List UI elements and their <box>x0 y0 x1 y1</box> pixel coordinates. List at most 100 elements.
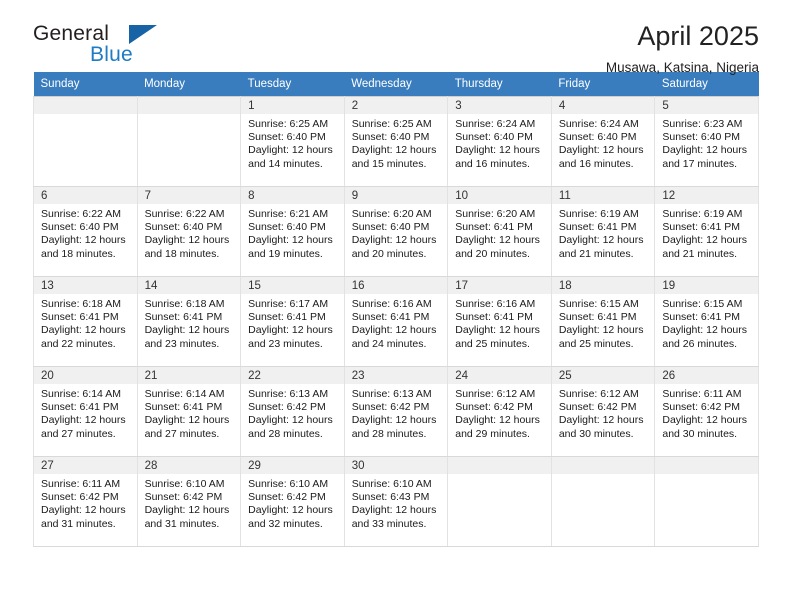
daylight-text: Daylight: 12 hours <box>248 234 333 247</box>
daylight-text: Daylight: 12 hours <box>144 234 230 247</box>
calendar-day-cell[interactable]: 7 Sunrise: 6:22 AM Sunset: 6:40 PM Daylight… <box>136 186 242 277</box>
day-number <box>34 97 137 114</box>
calendar-day-cell[interactable]: 6 Sunrise: 6:22 AM Sunset: 6:40 PM Daylight… <box>33 186 138 277</box>
daylight-text: Daylight: 12 hours <box>41 324 126 337</box>
calendar-day-cell[interactable]: 19 Sunrise: 6:15 AM Sunset: 6:41 PM Dayligh… <box>654 276 759 367</box>
calendar-day-cell[interactable]: 14 Sunrise: 6:18 AM Sunset: 6:41 PM Dayligh… <box>136 276 242 367</box>
weekday-header-friday: Friday <box>551 72 655 97</box>
daylight-text: Daylight: 12 hours <box>558 414 644 427</box>
daylight-text: Daylight: 12 hours <box>455 324 540 337</box>
calendar-day-cell[interactable]: 15 Sunrise: 6:17 AM Sunset: 6:41 PM Dayligh… <box>240 276 345 367</box>
daylight-text-cont: and 25 minutes. <box>558 337 634 350</box>
calendar-day-cell[interactable]: 10 Sunrise: 6:20 AM Sunset: 6:41 PM Dayligh… <box>447 186 552 277</box>
calendar-week-row: 20 Sunrise: 6:14 AM Sunset: 6:41 PM Dayligh… <box>33 366 759 457</box>
sunrise-text: Sunrise: 6:13 AM <box>248 388 329 400</box>
calendar-day-cell[interactable]: 5 Sunrise: 6:23 AM Sunset: 6:40 PM Daylight… <box>654 96 759 187</box>
daylight-text-cont: and 31 minutes. <box>144 517 220 530</box>
day-number: 15 <box>241 277 344 294</box>
day-number: 4 <box>551 97 655 114</box>
day-details: Sunrise: 6:16 AM Sunset: 6:41 PM Daylight:… <box>345 294 448 351</box>
daylight-text-cont: and 32 minutes. <box>248 517 323 530</box>
sunrise-text: Sunrise: 6:23 AM <box>662 118 743 130</box>
sunset-text: Sunset: 6:41 PM <box>455 221 533 234</box>
daylight-text-cont: and 21 minutes. <box>558 247 634 260</box>
sunset-text: Sunset: 6:42 PM <box>662 401 741 414</box>
calendar-day-cell[interactable]: 26 Sunrise: 6:11 AM Sunset: 6:42 PM Dayligh… <box>654 366 759 457</box>
day-number: 22 <box>241 367 344 384</box>
daylight-text-cont: and 20 minutes. <box>455 247 530 260</box>
calendar-day-cell[interactable]: 18 Sunrise: 6:15 AM Sunset: 6:41 PM Dayligh… <box>550 276 656 367</box>
calendar-day-cell-empty <box>447 456 552 547</box>
sunset-text: Sunset: 6:40 PM <box>41 221 119 234</box>
calendar-day-cell[interactable]: 25 Sunrise: 6:12 AM Sunset: 6:42 PM Dayligh… <box>550 366 656 457</box>
daylight-text-cont: and 26 minutes. <box>662 337 738 350</box>
day-details: Sunrise: 6:20 AM Sunset: 6:41 PM Daylight:… <box>448 204 551 261</box>
calendar-day-cell[interactable]: 28 Sunrise: 6:10 AM Sunset: 6:42 PM Dayligh… <box>136 456 242 547</box>
calendar-day-cell[interactable]: 17 Sunrise: 6:16 AM Sunset: 6:41 PM Dayligh… <box>447 276 552 367</box>
day-details: Sunrise: 6:22 AM Sunset: 6:40 PM Daylight:… <box>34 204 137 261</box>
calendar-day-cell[interactable]: 11 Sunrise: 6:19 AM Sunset: 6:41 PM Dayligh… <box>550 186 656 277</box>
calendar-day-cell[interactable]: 24 Sunrise: 6:12 AM Sunset: 6:42 PM Dayligh… <box>447 366 552 457</box>
calendar-day-cell[interactable]: 21 Sunrise: 6:14 AM Sunset: 6:41 PM Dayligh… <box>136 366 242 457</box>
day-number: 21 <box>137 367 241 384</box>
day-details: Sunrise: 6:24 AM Sunset: 6:40 PM Daylight:… <box>448 114 551 171</box>
day-number: 11 <box>551 187 655 204</box>
sunset-text: Sunset: 6:40 PM <box>248 221 326 234</box>
calendar-day-cell[interactable]: 20 Sunrise: 6:14 AM Sunset: 6:41 PM Dayligh… <box>33 366 138 457</box>
daylight-text: Daylight: 12 hours <box>248 324 333 337</box>
day-details: Sunrise: 6:10 AM Sunset: 6:42 PM Daylight:… <box>241 474 344 531</box>
calendar-day-cell[interactable]: 1 Sunrise: 6:25 AM Sunset: 6:40 PM Daylight… <box>240 96 345 187</box>
day-details <box>448 474 551 478</box>
calendar-day-cell[interactable]: 27 Sunrise: 6:11 AM Sunset: 6:42 PM Dayligh… <box>33 456 138 547</box>
calendar-day-cell-empty <box>654 456 759 547</box>
day-number: 10 <box>448 187 551 204</box>
calendar-day-cell[interactable]: 12 Sunrise: 6:19 AM Sunset: 6:41 PM Dayligh… <box>654 186 759 277</box>
calendar-day-cell[interactable]: 3 Sunrise: 6:24 AM Sunset: 6:40 PM Daylight… <box>447 96 552 187</box>
calendar-day-cell[interactable]: 4 Sunrise: 6:24 AM Sunset: 6:40 PM Daylight… <box>550 96 656 187</box>
day-number: 9 <box>344 187 448 204</box>
calendar-week-row: 1 Sunrise: 6:25 AM Sunset: 6:40 PM Daylight… <box>33 96 759 187</box>
calendar-day-cell[interactable]: 29 Sunrise: 6:10 AM Sunset: 6:42 PM Dayligh… <box>240 456 345 547</box>
sunrise-text: Sunrise: 6:22 AM <box>41 208 121 220</box>
sunrise-text: Sunrise: 6:10 AM <box>144 478 225 490</box>
sunset-text: Sunset: 6:41 PM <box>351 311 430 324</box>
day-details: Sunrise: 6:18 AM Sunset: 6:41 PM Daylight:… <box>138 294 241 351</box>
daylight-text-cont: and 22 minutes. <box>41 337 116 350</box>
sunrise-text: Sunrise: 6:14 AM <box>41 388 121 400</box>
daylight-text: Daylight: 12 hours <box>351 414 437 427</box>
sunset-text: Sunset: 6:43 PM <box>351 491 430 504</box>
daylight-text-cont: and 33 minutes. <box>351 517 427 530</box>
sunset-text: Sunset: 6:40 PM <box>351 131 430 144</box>
calendar-day-cell[interactable]: 30 Sunrise: 6:10 AM Sunset: 6:43 PM Dayligh… <box>343 456 449 547</box>
calendar-day-cell[interactable]: 9 Sunrise: 6:20 AM Sunset: 6:40 PM Daylight… <box>343 186 449 277</box>
generalblue-logo[interactable]: General Blue <box>33 22 163 76</box>
daylight-text-cont: and 25 minutes. <box>455 337 530 350</box>
day-details: Sunrise: 6:24 AM Sunset: 6:40 PM Daylight:… <box>552 114 655 171</box>
daylight-text: Daylight: 12 hours <box>41 504 126 517</box>
daylight-text: Daylight: 12 hours <box>248 144 333 157</box>
day-number: 13 <box>34 277 137 294</box>
day-number: 17 <box>448 277 551 294</box>
day-details: Sunrise: 6:10 AM Sunset: 6:42 PM Daylight:… <box>138 474 241 531</box>
weekday-header-tuesday: Tuesday <box>240 72 345 97</box>
day-details: Sunrise: 6:10 AM Sunset: 6:43 PM Daylight:… <box>345 474 448 531</box>
sunrise-text: Sunrise: 6:25 AM <box>351 118 432 130</box>
sunset-text: Sunset: 6:42 PM <box>144 491 223 504</box>
day-details: Sunrise: 6:18 AM Sunset: 6:41 PM Daylight:… <box>34 294 137 351</box>
calendar-day-cell[interactable]: 23 Sunrise: 6:13 AM Sunset: 6:42 PM Dayligh… <box>343 366 449 457</box>
calendar-day-cell[interactable]: 16 Sunrise: 6:16 AM Sunset: 6:41 PM Dayligh… <box>343 276 449 367</box>
daylight-text-cont: and 19 minutes. <box>248 247 323 260</box>
calendar-day-cell[interactable]: 8 Sunrise: 6:21 AM Sunset: 6:40 PM Daylight… <box>240 186 345 277</box>
day-details: Sunrise: 6:16 AM Sunset: 6:41 PM Daylight:… <box>448 294 551 351</box>
calendar-day-cell[interactable]: 13 Sunrise: 6:18 AM Sunset: 6:41 PM Dayligh… <box>33 276 138 367</box>
weekday-header-thursday: Thursday <box>447 72 552 97</box>
calendar-page: General Blue April 2025 Musawa, Katsina,… <box>0 0 792 612</box>
calendar-day-cell[interactable]: 2 Sunrise: 6:25 AM Sunset: 6:40 PM Daylight… <box>343 96 449 187</box>
sunset-text: Sunset: 6:42 PM <box>351 401 430 414</box>
sunrise-text: Sunrise: 6:22 AM <box>144 208 225 220</box>
day-details: Sunrise: 6:23 AM Sunset: 6:40 PM Daylight:… <box>655 114 758 171</box>
daylight-text-cont: and 21 minutes. <box>662 247 738 260</box>
day-number: 3 <box>448 97 551 114</box>
calendar-day-cell[interactable]: 22 Sunrise: 6:13 AM Sunset: 6:42 PM Dayligh… <box>240 366 345 457</box>
day-details: Sunrise: 6:25 AM Sunset: 6:40 PM Daylight:… <box>241 114 344 171</box>
